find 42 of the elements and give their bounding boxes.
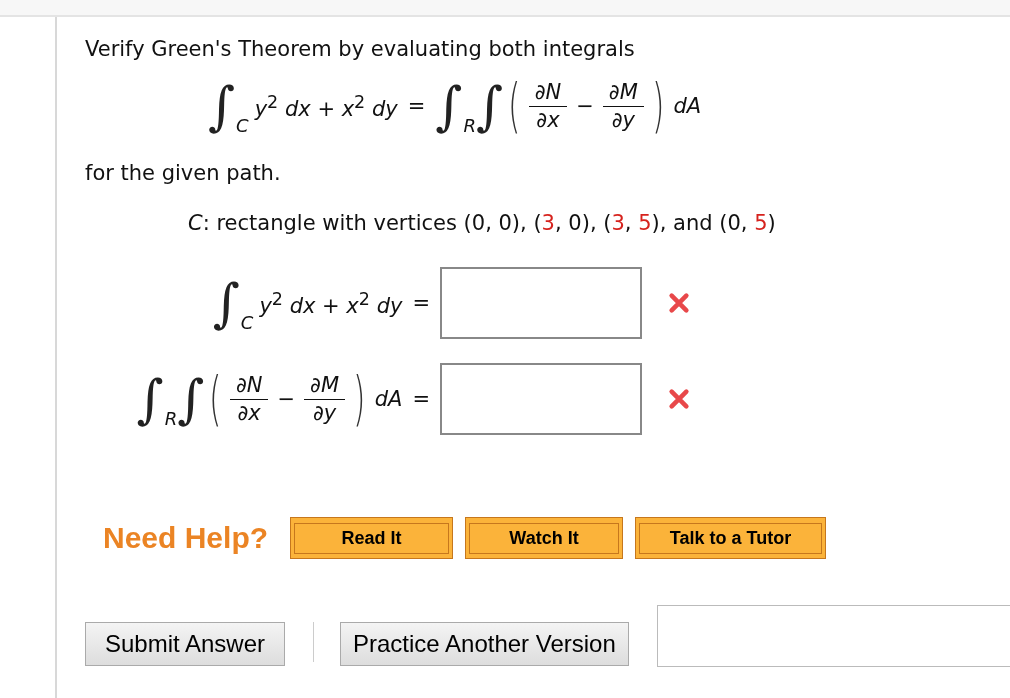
question-text: Verify Green's Theorem by evaluating both integrals <box>85 36 636 61</box>
minus-sign: − <box>277 387 296 411</box>
path-intro-text: for the given path. <box>85 161 282 185</box>
integral-subscript: C <box>236 115 249 136</box>
equals-sign: = <box>407 94 426 118</box>
integrand: y$^{2}$ dx + x$^{2}$ dy <box>259 288 403 318</box>
fraction-numerator: ∂N <box>533 80 563 106</box>
fraction-numerator: ∂N <box>234 373 264 399</box>
integral-subscript: C <box>240 312 254 333</box>
answer-field[interactable] <box>440 267 642 339</box>
integral-sign: ∫ <box>435 80 463 132</box>
integral-sign: ∫ <box>212 277 240 329</box>
fraction-numerator: ∂M <box>607 80 639 106</box>
parenthesis: ( <box>508 77 521 135</box>
differential: dA <box>374 387 403 411</box>
help-button[interactable]: Watch It <box>465 517 624 559</box>
fraction-numerator: ∂M <box>309 373 341 399</box>
fraction-denominator: ∂y <box>602 106 644 132</box>
parenthesis: ( <box>209 370 222 428</box>
action-button[interactable]: Practice Another Version <box>340 622 629 666</box>
help-button[interactable]: Talk to a Tutor <box>635 517 827 559</box>
integral-sign: ∫ <box>177 373 205 425</box>
equals-sign: = <box>412 291 430 315</box>
integral-sign: ∫ <box>475 80 503 132</box>
integral-subscript: R <box>463 115 476 136</box>
path-description: C: rectangle with vertices (0, 0), (3, 0), (3, 5), and (0, 5) <box>188 211 777 235</box>
answer-field[interactable] <box>440 363 642 435</box>
fraction-denominator: ∂x <box>528 106 568 132</box>
parenthesis: ) <box>353 370 366 428</box>
help-button[interactable]: Read It <box>290 517 454 559</box>
need-help-label: Need Help? <box>103 521 269 555</box>
integrand: y$^{2}$ dx + x$^{2}$ dy <box>254 91 398 121</box>
integral-sign: ∫ <box>136 373 164 425</box>
integral-sign: ∫ <box>208 80 236 132</box>
fraction-denominator: ∂y <box>304 399 346 425</box>
fraction-denominator: ∂x <box>229 399 269 425</box>
equals-sign: = <box>412 387 430 411</box>
action-button[interactable]: Submit Answer <box>85 622 285 666</box>
minus-sign: − <box>576 94 594 118</box>
parenthesis: ) <box>651 77 665 135</box>
integral-subscript: R <box>164 408 178 429</box>
differential: dA <box>673 94 702 118</box>
